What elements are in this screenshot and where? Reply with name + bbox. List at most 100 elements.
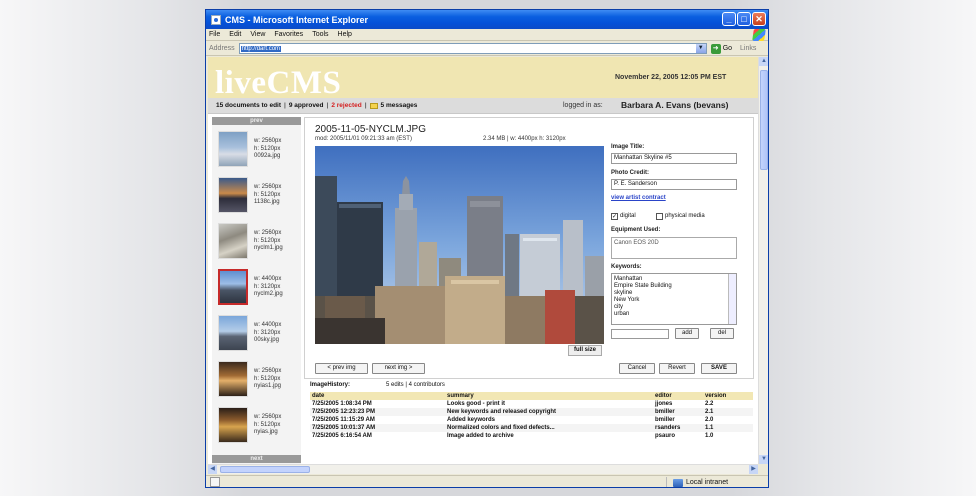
messages-count[interactable]: 5 messages [381,102,418,109]
current-datetime: November 22, 2005 12:05 PM EST [615,74,727,81]
full-size-button[interactable]: full size [568,345,602,356]
image-detail-panel: 2005-11-05-NYCLM.JPG mod: 2005/11/01 09:… [304,117,754,379]
go-button[interactable]: ➜ Go [710,43,733,54]
thumbnail-width: w: 2560px [254,414,282,420]
equipment-input[interactable]: Canon EOS 20D [611,237,737,259]
row-date: 7/25/2005 10:01:37 AM [310,424,445,432]
thumbnail-width: w: 2560px [254,230,282,236]
docs-to-edit[interactable]: 15 documents to edit [216,102,281,109]
col-date[interactable]: date [310,392,445,400]
menu-edit[interactable]: Edit [229,31,241,38]
menu-file[interactable]: File [209,31,220,38]
table-row[interactable]: 7/25/2005 6:16:54 AM Image added to arch… [310,432,753,440]
separator: | [364,102,367,109]
next-image-button[interactable]: next img > [372,363,425,374]
add-keyword-button[interactable]: add [675,328,699,339]
thumbnail-item[interactable]: w: 2560px h: 5120px nyias.jpg [212,403,301,447]
menu-help[interactable]: Help [338,31,352,38]
address-url[interactable]: http://dart.com [240,45,282,52]
chevron-down-icon[interactable]: ▼ [695,44,706,53]
vertical-scrollbar[interactable]: ▲ ▼ [758,57,768,464]
row-editor: rsanders [653,424,703,432]
col-editor[interactable]: editor [653,392,703,400]
thumbnail-item[interactable]: w: 2560px h: 5120px 0092a.jpg [212,127,301,171]
view-artist-contract-link[interactable]: view artist contract [611,195,666,201]
thumbnail-width: w: 2560px [254,138,282,144]
table-row[interactable]: 7/25/2005 12:23:23 PM New keywords and r… [310,408,753,416]
thumbnail-height: h: 5120px [254,375,281,382]
keyword-item[interactable]: urban [614,311,734,318]
thumbnail-item[interactable]: w: 2560px h: 5120px nyias1.jpg [212,357,301,401]
address-input[interactable]: http://dart.com ▼ [238,43,707,54]
table-row[interactable]: 7/25/2005 10:01:37 AM Normalized colors … [310,424,753,432]
physical-media-checkbox[interactable] [656,213,663,220]
title-bar[interactable]: CMS - Microsoft Internet Explorer _ □ ✕ [206,10,768,29]
prev-image-button[interactable]: < prev img [315,363,368,374]
keyword-item[interactable]: Manhattan [614,276,734,283]
ie-icon [211,14,221,25]
separator: | [326,102,329,109]
close-button[interactable]: ✕ [752,12,766,26]
table-row[interactable]: 7/25/2005 11:15:29 AM Added keywords bmi… [310,416,753,424]
rejected-count[interactable]: 2 rejected [331,102,361,109]
thumbnail-meta: w: 2560px h: 5120px 1138c.jpg [254,184,281,207]
separator: | [284,102,286,109]
table-row[interactable]: 7/25/2005 1:08:34 PM Looks good - print … [310,400,753,408]
keyword-input[interactable] [611,329,669,339]
minimize-button[interactable]: _ [722,12,736,26]
revert-button[interactable]: Revert [659,363,695,374]
thumbnail-image [218,177,248,213]
menu-favorites[interactable]: Favorites [274,31,303,38]
approved-count[interactable]: 9 approved [289,102,324,109]
row-summary: New keywords and released copyright [445,408,653,416]
thumbnail-meta: w: 2560px h: 5120px nyclm1.jpg [254,230,283,253]
main-photo[interactable] [315,146,604,344]
status-bar: Local intranet [206,475,768,487]
keyword-item[interactable]: New York [614,297,734,304]
image-title-input[interactable]: Manhattan Skyline #5 [611,153,737,164]
scroll-thumb[interactable] [220,466,310,473]
photo-credit-input[interactable]: P. E. Sanderson [611,179,737,190]
keyword-item[interactable]: skyline [614,290,734,297]
keywords-list[interactable]: Manhattan Empire State Building skyline … [611,273,737,325]
scroll-right-icon[interactable]: ▶ [749,465,758,474]
skyline-photo [315,146,604,344]
thumbs-next-button[interactable]: next [212,455,301,463]
delete-keyword-button[interactable]: del [710,328,734,339]
links-button[interactable]: Links [740,45,756,52]
horizontal-scrollbar[interactable]: ◀ ▶ [208,464,758,474]
scroll-left-icon[interactable]: ◀ [208,465,217,474]
menu-view[interactable]: View [250,31,265,38]
keyword-item[interactable]: city [614,304,734,311]
menu-tools[interactable]: Tools [312,31,328,38]
row-editor: jjones [655,401,673,407]
thumbnail-item[interactable]: w: 2560px h: 5120px 1138c.jpg [212,173,301,217]
keyword-item[interactable]: Empire State Building [614,283,734,290]
scroll-up-icon[interactable]: ▲ [759,57,768,66]
row-date: 7/25/2005 6:16:54 AM [312,433,372,439]
windows-logo-icon [752,29,766,41]
window-controls: _ □ ✕ [722,12,766,26]
scroll-thumb[interactable] [760,70,768,170]
keywords-scrollbar[interactable] [728,274,736,324]
cancel-button[interactable]: Cancel [619,363,655,374]
page-icon [210,477,220,487]
thumbs-prev-button[interactable]: prev [212,117,301,125]
thumbnail-meta: w: 2560px h: 5120px 0092a.jpg [254,138,281,161]
thumbnail-image [218,223,248,259]
go-label: Go [722,45,733,52]
thumbnail-height: h: 5120px [254,191,281,198]
col-summary[interactable]: summary [445,392,653,400]
col-version[interactable]: version [703,392,753,400]
thumbnail-filename: nyclm2.jpg [254,291,283,297]
row-date: 7/25/2005 1:08:34 PM [312,401,372,407]
thumbnail-item-selected[interactable]: w: 4400px h: 3120px nyclm2.jpg [212,265,301,309]
thumbnail-filename: nyclm1.jpg [254,245,283,251]
thumbnail-item[interactable]: w: 2560px h: 5120px nyclm1.jpg [212,219,301,263]
save-button[interactable]: SAVE [701,363,737,374]
maximize-button[interactable]: □ [737,12,751,26]
thumbnail-item[interactable]: w: 4400px h: 3120px 00sky.jpg [212,311,301,355]
digital-checkbox[interactable]: ✓ [611,213,618,220]
scroll-down-icon[interactable]: ▼ [759,455,768,464]
thumbnail-image [218,315,248,351]
